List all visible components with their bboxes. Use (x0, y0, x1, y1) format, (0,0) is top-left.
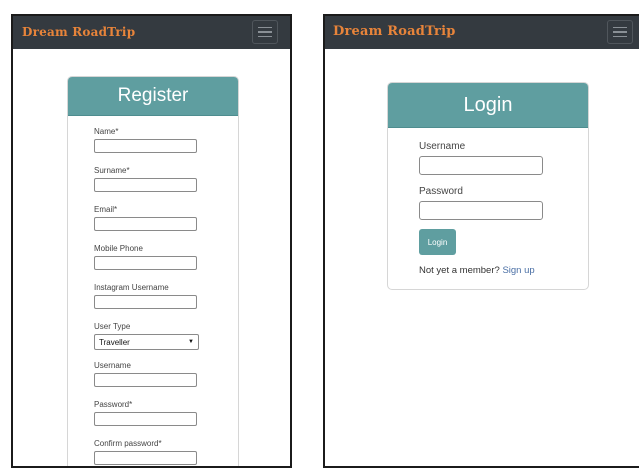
signup-prompt-text: Not yet a member? (419, 265, 500, 276)
instagram-input[interactable] (94, 295, 197, 309)
user-type-field-group: User Type Traveller ▼ (94, 322, 199, 350)
confirm-password-field-group: Confirm password* (94, 439, 197, 465)
register-title: Register (68, 77, 238, 116)
surname-input[interactable] (94, 178, 197, 192)
login-screen: Dream RoadTrip Login Username Password L… (323, 14, 639, 468)
password-input[interactable] (94, 412, 197, 426)
email-field-group: Email* (94, 205, 197, 231)
login-title: Login (388, 83, 588, 128)
mobile-phone-field-group: Mobile Phone (94, 244, 197, 270)
hamburger-menu-icon (613, 26, 627, 29)
login-username-input[interactable] (419, 156, 543, 175)
name-field-group: Name* (94, 127, 197, 153)
brand-logo[interactable]: Dream RoadTrip (22, 25, 135, 39)
password-label: Password* (94, 400, 133, 409)
username-input[interactable] (94, 373, 197, 387)
email-input[interactable] (94, 217, 197, 231)
login-username-label: Username (419, 141, 466, 152)
instagram-field-group: Instagram Username (94, 283, 197, 309)
brand-logo[interactable]: Dream RoadTrip (333, 24, 456, 39)
navbar: Dream RoadTrip (13, 16, 290, 49)
login-password-field-group: Password (419, 186, 543, 220)
signup-link[interactable]: Sign up (502, 265, 534, 276)
mobile-phone-input[interactable] (94, 256, 197, 270)
chevron-down-icon: ▼ (188, 339, 194, 345)
email-label: Email* (94, 205, 118, 214)
login-password-input[interactable] (419, 201, 543, 220)
password-field-group: Password* (94, 400, 197, 426)
name-input[interactable] (94, 139, 197, 153)
user-type-select[interactable]: Traveller ▼ (94, 334, 199, 350)
login-password-label: Password (419, 186, 463, 197)
register-screen: Dream RoadTrip Register Name* Surname* E… (11, 14, 292, 468)
surname-label: Surname* (94, 166, 130, 175)
login-card: Login Username Password Login Not yet a … (387, 82, 589, 290)
hamburger-menu-icon (258, 26, 272, 29)
register-card: Register Name* Surname* Email* Mobile Ph… (67, 76, 239, 466)
confirm-password-input[interactable] (94, 451, 197, 465)
confirm-password-label: Confirm password* (94, 439, 162, 448)
instagram-label: Instagram Username (94, 283, 169, 292)
surname-field-group: Surname* (94, 166, 197, 192)
navbar-toggle-button[interactable] (607, 20, 633, 44)
username-label: Username (94, 361, 131, 370)
login-button[interactable]: Login (419, 229, 456, 255)
username-field-group: Username (94, 361, 197, 387)
navbar: Dream RoadTrip (325, 16, 639, 49)
mobile-phone-label: Mobile Phone (94, 244, 143, 253)
navbar-toggle-button[interactable] (252, 20, 278, 44)
signup-prompt: Not yet a member? Sign up (419, 265, 535, 276)
user-type-label: User Type (94, 322, 131, 331)
name-label: Name* (94, 127, 119, 136)
user-type-selected-value: Traveller (99, 337, 130, 347)
login-username-field-group: Username (419, 141, 543, 175)
